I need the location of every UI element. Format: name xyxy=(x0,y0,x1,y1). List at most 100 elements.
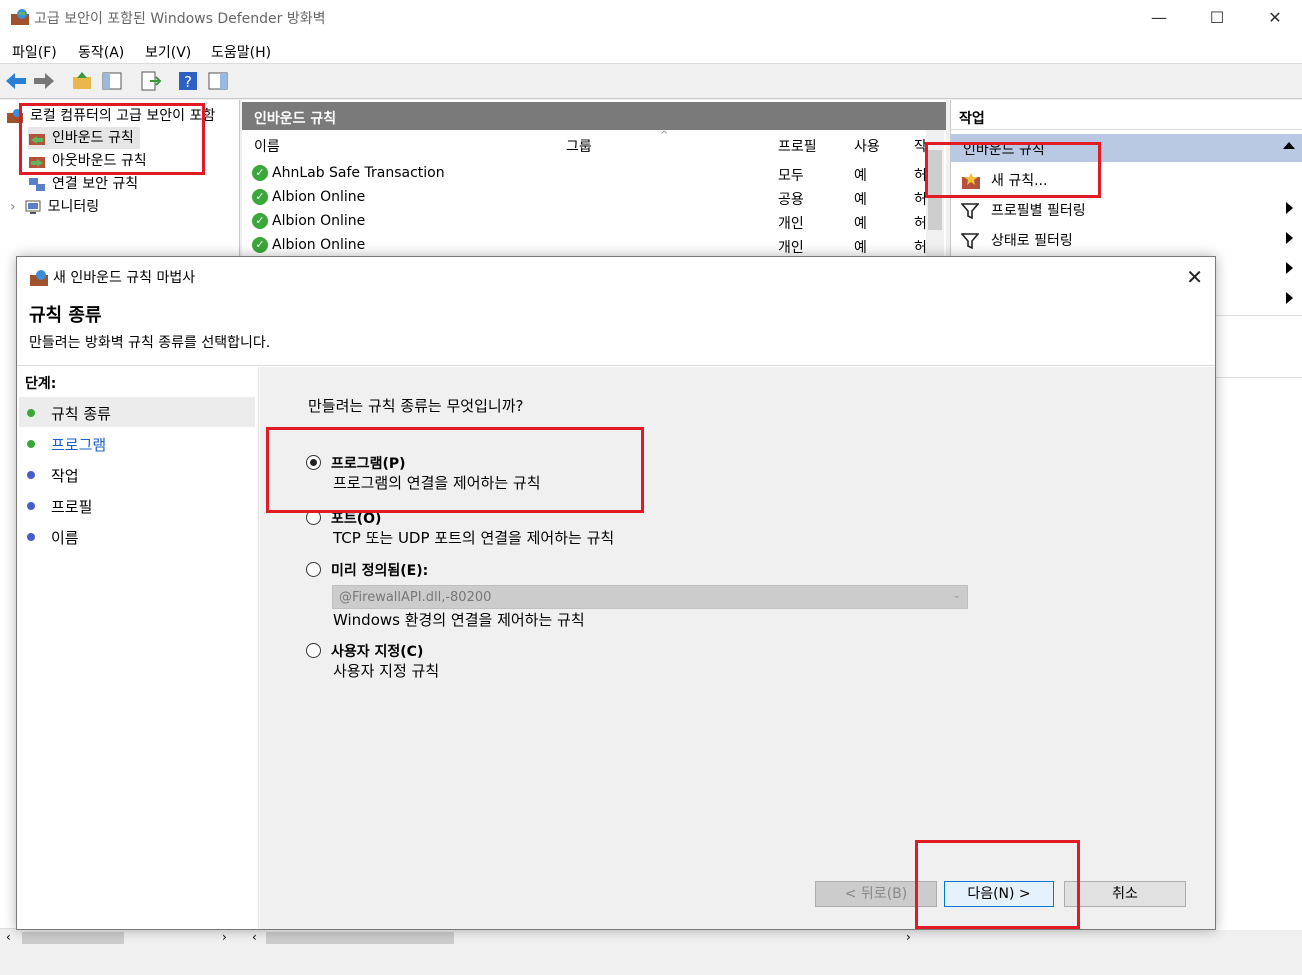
toolbar: ? xyxy=(0,65,1302,99)
scroll-right-icon[interactable]: › xyxy=(222,930,227,944)
submenu-arrow-icon xyxy=(1286,262,1293,274)
step-status-icon xyxy=(27,471,35,479)
menu-action[interactable]: 동작(A) xyxy=(78,42,124,62)
rule-enabled: 예 xyxy=(854,168,867,184)
filter-icon xyxy=(960,203,980,220)
rule-name: AhnLab Safe Transaction xyxy=(272,165,445,181)
option-predefined-desc: Windows 환경의 연결을 제어하는 규칙 xyxy=(333,611,585,629)
step-profile[interactable]: 프로필 xyxy=(19,490,255,520)
table-row[interactable]: ✓ Albion Online xyxy=(252,189,365,213)
connection-security-icon xyxy=(29,178,45,191)
help-icon[interactable]: ? xyxy=(176,69,200,93)
step-rule-type[interactable]: 규칙 종류 xyxy=(19,397,255,427)
rule-profile: 개인 xyxy=(778,216,804,232)
check-icon: ✓ xyxy=(252,189,268,205)
highlight-box xyxy=(915,840,1080,929)
dialog-description: 만들려는 방화벽 규칙 종류를 선택합니다. xyxy=(29,335,271,351)
tree-item-label: 모니터링 xyxy=(47,199,100,215)
menu-view[interactable]: 보기(V) xyxy=(145,42,191,62)
rule-profile: 개인 xyxy=(778,240,804,256)
rule-name: Albion Online xyxy=(272,237,366,253)
menu-file[interactable]: 파일(F) xyxy=(12,42,57,62)
option-custom-label[interactable]: 사용자 지정(C) xyxy=(331,641,423,661)
rule-enabled: 예 xyxy=(854,216,867,232)
check-icon: ✓ xyxy=(252,165,268,181)
step-program[interactable]: 프로그램 xyxy=(19,428,255,458)
table-row[interactable]: ✓ AhnLab Safe Transaction xyxy=(252,165,445,189)
sort-caret-icon: ^ xyxy=(660,130,669,141)
step-status-icon xyxy=(27,502,35,510)
step-label: 이름 xyxy=(51,529,79,547)
export-list-icon[interactable] xyxy=(138,69,162,93)
predefined-select-value: @FirewallAPI.dll,-80200 xyxy=(339,590,492,605)
filter-by-state-action[interactable]: 상태로 필터링 xyxy=(951,224,1302,254)
scrollbar-thumb[interactable] xyxy=(22,932,124,944)
option-predefined-label[interactable]: 미리 정의됨(E): xyxy=(331,560,428,580)
rule-enabled: 예 xyxy=(854,192,867,208)
scroll-left-icon[interactable]: ‹ xyxy=(252,930,257,944)
step-name[interactable]: 이름 xyxy=(19,521,255,551)
rule-profile: 공용 xyxy=(778,192,804,208)
filter-by-profile-action[interactable]: 프로필별 필터링 xyxy=(951,194,1302,224)
column-enabled[interactable]: 사용 xyxy=(854,136,880,156)
step-label: 작업 xyxy=(51,467,79,485)
option-custom-desc: 사용자 지정 규칙 xyxy=(333,662,440,680)
filter-icon xyxy=(960,233,980,250)
cancel-button[interactable]: 취소 xyxy=(1064,881,1186,907)
submenu-arrow-icon xyxy=(1286,202,1293,214)
action-label: 상태로 필터링 xyxy=(991,233,1073,249)
chevron-down-icon: ⌄ xyxy=(952,590,961,601)
column-group[interactable]: 그룹 xyxy=(566,136,592,156)
tree-item-connection-security[interactable]: 연결 보안 규칙 xyxy=(28,173,138,195)
horizontal-scrollbar-rules[interactable]: ‹ › xyxy=(246,928,946,946)
scroll-right-icon[interactable]: › xyxy=(906,930,911,944)
column-name[interactable]: 이름 xyxy=(254,136,280,156)
question-text: 만들려는 규칙 종류는 무엇입니까? xyxy=(308,397,524,415)
wizard-content: 만들려는 규칙 종류는 무엇입니까? 프로그램(P) 프로그램의 연결을 제어하… xyxy=(260,367,1215,929)
close-button[interactable]: ✕ xyxy=(1246,0,1302,36)
dialog-title: 새 인바운드 규칙 마법사 xyxy=(29,267,195,287)
forward-arrow-icon[interactable] xyxy=(32,69,56,93)
step-status-icon xyxy=(27,409,35,417)
rule-name: Albion Online xyxy=(272,213,366,229)
monitoring-icon xyxy=(25,200,41,214)
submenu-arrow-icon xyxy=(1286,292,1293,304)
menu-help[interactable]: 도움말(H) xyxy=(211,42,271,62)
back-arrow-icon[interactable] xyxy=(4,69,28,93)
maximize-button[interactable]: ☐ xyxy=(1188,0,1246,36)
highlight-box xyxy=(266,427,644,513)
highlight-box xyxy=(925,142,1101,198)
divider xyxy=(17,365,1215,366)
rule-action: 허 xyxy=(914,216,927,232)
scroll-left-icon[interactable]: ‹ xyxy=(6,930,11,944)
check-icon: ✓ xyxy=(252,237,268,253)
rules-pane-header: 인바운드 규칙 xyxy=(242,102,946,130)
show-hide-tree-icon[interactable] xyxy=(100,69,124,93)
expand-chevron-icon[interactable]: › xyxy=(10,199,16,215)
show-hide-action-pane-icon[interactable] xyxy=(206,69,230,93)
rule-action: 허 xyxy=(914,240,927,256)
up-folder-icon[interactable] xyxy=(70,69,94,93)
step-label: 프로필 xyxy=(51,498,93,516)
horizontal-scrollbar-tree[interactable]: ‹ › xyxy=(0,928,240,946)
dialog-heading: 규칙 종류 xyxy=(29,305,102,326)
tree-item-monitoring[interactable]: › 모니터링 xyxy=(10,196,99,218)
rule-name: Albion Online xyxy=(272,189,366,205)
minimize-button[interactable]: — xyxy=(1130,0,1188,36)
window-title: 고급 보안이 포함된 Windows Defender 방화벽 xyxy=(34,11,326,27)
collapse-up-icon[interactable] xyxy=(1283,142,1295,149)
step-status-icon xyxy=(27,533,35,541)
radio-predefined[interactable] xyxy=(306,562,321,577)
new-inbound-rule-wizard: 새 인바운드 규칙 마법사 ✕ 규칙 종류 만들려는 방화벽 규칙 종류를 선택… xyxy=(16,256,1216,930)
column-profile[interactable]: 프로필 xyxy=(778,136,817,156)
option-port-desc: TCP 또는 UDP 포트의 연결을 제어하는 규칙 xyxy=(333,529,615,547)
step-label: 프로그램 xyxy=(51,436,107,454)
radio-custom[interactable] xyxy=(306,643,321,658)
predefined-rules-select[interactable]: @FirewallAPI.dll,-80200 ⌄ xyxy=(332,585,968,609)
highlight-box xyxy=(19,103,205,175)
step-action[interactable]: 작업 xyxy=(19,459,255,489)
menu-bar: 파일(F) 동작(A) 보기(V) 도움말(H) xyxy=(0,36,1302,64)
close-icon[interactable]: ✕ xyxy=(1186,265,1203,289)
scrollbar-thumb[interactable] xyxy=(266,932,454,944)
table-row[interactable]: ✓ Albion Online xyxy=(252,213,365,237)
